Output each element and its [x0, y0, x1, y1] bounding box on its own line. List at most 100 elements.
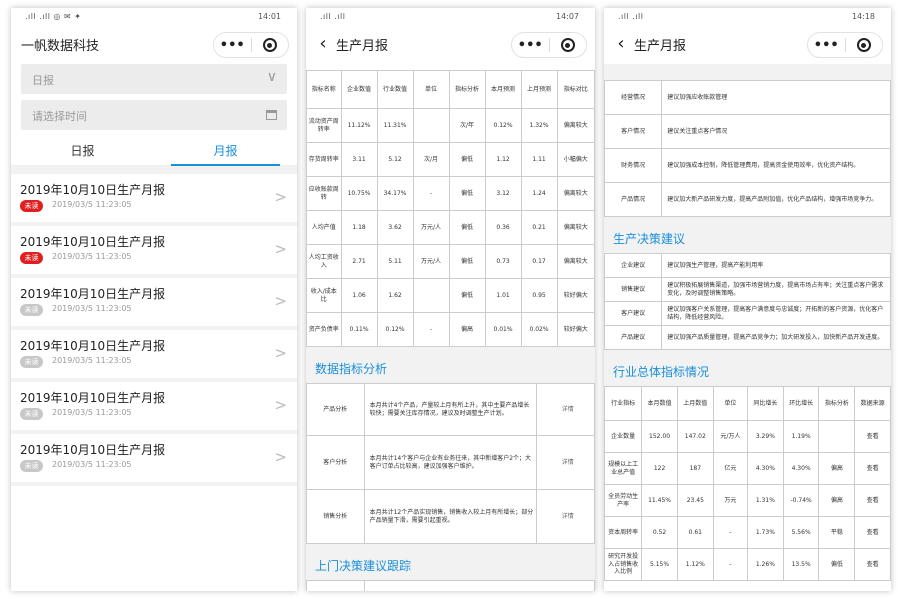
suggestion-section-title: 生产决策建议: [604, 221, 891, 253]
detail-link[interactable]: 详情: [536, 435, 595, 490]
more-icon[interactable]: •••: [214, 38, 251, 53]
chevron-right-icon: >: [274, 344, 287, 362]
detail-link[interactable]: 详情: [536, 489, 595, 544]
report-list-item[interactable]: 2019年10月10日生产月报 未读 2019/03/5 11:23:05 >: [11, 382, 297, 434]
table-cell: 万元/人: [412, 210, 450, 245]
table-cell: -: [712, 548, 748, 581]
table-cell: 收入/成本比: [306, 278, 342, 313]
row-text: 建议积极拓展销售渠道，加强市场营销力度，提高市场占有率；关注重点客户需求变化，及…: [661, 277, 891, 302]
table-cell: 0.61: [676, 516, 714, 549]
mini-program-capsule: •••: [807, 32, 883, 58]
back-icon[interactable]: ‹: [314, 33, 332, 54]
tab-monthly[interactable]: 月报: [154, 138, 297, 166]
row-text: 本月共计12个产品实现销售，销售收入较上月有所增长；部分产品销量下滑，需要引起重…: [363, 489, 538, 544]
table-cell: 1.06: [340, 278, 378, 313]
table-cell: 187: [676, 452, 714, 485]
table-cell: 10.75%: [340, 176, 378, 211]
table-row: 财务情况 建议加强成本控制，降低管理费用，提高资金使用效率，优化资产结构。: [604, 148, 891, 183]
row-label: 产品建议: [604, 325, 663, 350]
decision-section-title: 上门决策建议跟踪: [306, 548, 595, 580]
report-type-select[interactable]: 日报 ∨: [21, 64, 287, 94]
table-cell: 1.26%: [746, 548, 784, 581]
target-icon: [262, 38, 277, 52]
table-cell: [818, 420, 856, 453]
table-row: 资本周转率 0.52 0.61-1.73% 5.56% 平稳 查看: [604, 516, 891, 549]
row-text: 建议加强应收账款管理: [661, 80, 891, 115]
row-label: 销售建议: [604, 277, 663, 302]
table-cell: 研究开发投入占销售收入比例: [604, 548, 643, 581]
report-list-item[interactable]: 2019年10月10日生产月报 未读 2019/03/5 11:23:05 >: [11, 330, 297, 382]
mini-program-capsule: •••: [511, 32, 587, 58]
row-label: 客户情况: [604, 114, 663, 149]
report-title: 2019年10月10日生产月报: [20, 443, 166, 457]
row-label: 经营情况: [604, 80, 663, 115]
more-icon[interactable]: •••: [808, 38, 845, 53]
table-cell[interactable]: 查看: [854, 452, 891, 485]
date-placeholder: 请选择时间: [32, 110, 87, 123]
table-row: 应收账款周转 10.75% 34.17% - 偏低 3.12 1.24 偏离较大: [306, 176, 595, 211]
table-cell: 1.12: [484, 142, 522, 177]
report-list-item[interactable]: 2019年10月10日生产月报 未读 2019/03/5 11:23:05 >: [11, 434, 297, 486]
nav-bar: 一帆数据科技 •••: [11, 26, 297, 64]
table-cell: 13.5%: [782, 548, 820, 581]
table-cell: 元/万人: [712, 420, 748, 453]
table-cell: 1.11: [520, 142, 558, 177]
unread-badge: 未读: [20, 252, 43, 264]
table-cell: [412, 108, 450, 143]
table-header-row: 行业指标 本月数值 上月数值 单位 同比增长 环比增长 指标分析 数据来源: [604, 386, 891, 421]
row-text: 建议加大新产品研发力度，提高产品附加值，优化产品结构，增强市场竞争力。: [661, 182, 891, 217]
target-icon: [560, 38, 575, 52]
table-cell: 0.02%: [520, 312, 558, 347]
table-cell: 3.11: [340, 142, 378, 177]
table-cell[interactable]: 查看: [854, 484, 891, 517]
more-icon[interactable]: •••: [512, 38, 549, 53]
report-list-item[interactable]: 2019年10月10日生产月报 未读 2019/03/5 11:23:05 >: [11, 278, 297, 330]
close-mini-program-button[interactable]: [251, 38, 288, 52]
table-cell: 平稳: [818, 516, 856, 549]
row-label: 客户分析: [306, 435, 365, 490]
table-cell: 0.95: [520, 278, 558, 313]
close-mini-program-button[interactable]: [549, 38, 586, 52]
date-picker[interactable]: 请选择时间: [21, 100, 287, 130]
report-list-item[interactable]: 2019年10月10日生产月报 未读 2019/03/5 11:23:05 >: [11, 174, 297, 226]
table-cell: 1.24: [520, 176, 558, 211]
table-cell[interactable]: 查看: [854, 516, 891, 549]
table-cell: [412, 278, 450, 313]
table-cell: 5.15%: [641, 548, 678, 581]
table-cell: 偏高: [818, 484, 856, 517]
report-timestamp: 2019/03/5 11:23:05: [52, 356, 132, 365]
row-label: 经营情况: [306, 580, 365, 591]
report-timestamp: 2019/03/5 11:23:05: [52, 408, 132, 417]
table-row: 经营情况建议加强应收账款管理: [604, 80, 891, 115]
table-cell[interactable]: 查看: [854, 548, 891, 581]
decision-tracking-table: 经营情况 建议加强应收账款管理 客户情况 建议关注重点客户情况 财务情况 建议加强成本控制…: [604, 80, 891, 217]
table-cell: 0.12%: [376, 312, 414, 347]
table-cell: 0.11%: [340, 312, 378, 347]
row-text: 建议加强客户关系管理，提高客户满意度与忠诚度；开拓新的客户资源，优化客户结构，降…: [661, 301, 891, 326]
table-header-cell: 本月数值: [641, 386, 678, 421]
detail-link[interactable]: 详情: [536, 383, 595, 436]
table-cell: 4.30%: [746, 452, 784, 485]
table-row: 产品建议 建议加强产品质量管理，提高产品竞争力；加大研发投入，加快新产品开发进度。: [604, 325, 891, 350]
table-cell: 1.01: [484, 278, 522, 313]
close-mini-program-button[interactable]: [845, 38, 882, 52]
table-cell: 偏高: [818, 452, 856, 485]
table-cell: 较好偏大: [556, 312, 595, 347]
row-text: 建议加强生产管理，提高产能利用率: [661, 253, 891, 278]
table-row: 存货周转率 3.11 5.12 次/月 偏低 1.12 1.11 小幅偏大: [306, 142, 595, 177]
mini-program-capsule: •••: [213, 32, 289, 58]
row-text: 建议加强产品质量管理，提高产品竞争力；加大研发投入，加快新产品开发进度。: [661, 325, 891, 350]
back-icon[interactable]: ‹: [612, 33, 630, 54]
table-cell: 人均产值: [306, 210, 342, 245]
report-type-placeholder: 日报: [32, 74, 54, 87]
table-cell[interactable]: 查看: [854, 420, 891, 453]
table-cell: 偏离较大: [556, 176, 595, 211]
report-list-item[interactable]: 2019年10月10日生产月报 未读 2019/03/5 11:23:05 >: [11, 226, 297, 278]
table-cell: 147.02: [676, 420, 714, 453]
table-header-cell: 数据来源: [854, 386, 891, 421]
table-cell: 0.01%: [484, 312, 522, 347]
table-cell: 3.62: [376, 210, 414, 245]
tab-daily[interactable]: 日报: [11, 138, 154, 165]
table-cell: 企业数量: [604, 420, 643, 453]
report-title: 2019年10月10日生产月报: [20, 287, 166, 301]
